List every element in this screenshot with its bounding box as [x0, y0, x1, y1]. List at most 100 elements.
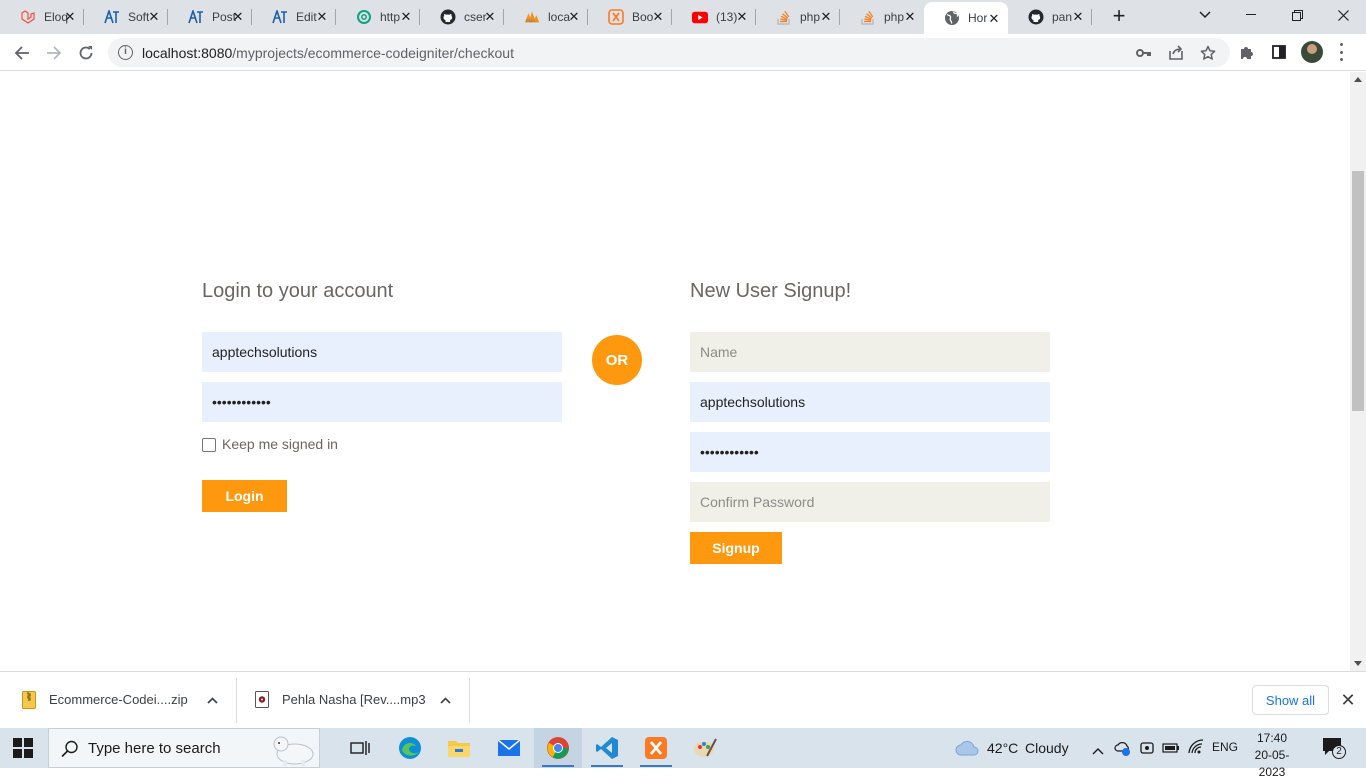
browser-tab[interactable]: cser ✕: [420, 0, 504, 34]
task-view-icon[interactable]: [336, 728, 384, 768]
url-text[interactable]: localhost:8080/myprojects/ecommerce-code…: [142, 45, 514, 61]
weather-condition[interactable]: Cloudy: [1025, 740, 1069, 756]
signup-name-field[interactable]: [690, 332, 1050, 372]
browser-tab[interactable]: Soft ✕: [84, 0, 168, 34]
login-button[interactable]: Login: [202, 480, 287, 512]
browser-tab[interactable]: pan ✕: [1008, 0, 1092, 34]
keep-signed-in-label: Keep me signed in: [222, 436, 338, 452]
or-divider-badge: OR: [592, 335, 642, 385]
clock-date: 20-05-2023: [1254, 748, 1290, 779]
xampp-icon[interactable]: [632, 728, 680, 768]
weather-temperature[interactable]: 42°C: [987, 740, 1018, 756]
tab-close-icon[interactable]: ✕: [1071, 10, 1085, 24]
signup-email-field[interactable]: [690, 382, 1050, 422]
key-icon[interactable]: [1134, 43, 1154, 63]
minimize-button[interactable]: [1228, 0, 1274, 30]
browser-tab[interactable]: Edit ✕: [252, 0, 336, 34]
wifi-icon[interactable]: [1187, 739, 1205, 760]
notification-center-icon[interactable]: 2: [1322, 737, 1346, 759]
tab-close-icon[interactable]: ✕: [147, 10, 161, 24]
browser-tab[interactable]: PMA loca ✕: [504, 0, 588, 34]
paint-icon[interactable]: [681, 728, 729, 768]
tab-close-icon[interactable]: ✕: [651, 10, 665, 24]
chevron-up-icon[interactable]: [435, 690, 455, 710]
scroll-down-arrow-icon[interactable]: [1354, 661, 1362, 666]
tab-close-icon[interactable]: ✕: [735, 10, 749, 24]
tab-close-icon[interactable]: ✕: [399, 10, 413, 24]
chrome-menu-icon[interactable]: [1339, 43, 1343, 61]
tab-close-icon[interactable]: ✕: [819, 10, 833, 24]
browser-tab[interactable]: Hor ✕: [924, 2, 1008, 34]
github-icon: [1028, 9, 1044, 25]
download-filename: Ecommerce-Codei....zip: [49, 692, 188, 707]
github-icon: [440, 9, 456, 25]
zip-file-icon: [22, 691, 36, 714]
browser-tab[interactable]: (13) ✕: [672, 0, 756, 34]
back-button[interactable]: [8, 39, 36, 67]
browser-tab[interactable]: Boo ✕: [588, 0, 672, 34]
meet-now-icon[interactable]: [1140, 740, 1154, 761]
login-password-field[interactable]: [202, 382, 562, 422]
windows-start-icon[interactable]: [13, 738, 33, 758]
tab-close-icon[interactable]: ✕: [483, 10, 497, 24]
browser-tab[interactable]: Eloq ✕: [0, 0, 84, 34]
tab-close-icon[interactable]: ✕: [63, 10, 77, 24]
login-username-field[interactable]: [202, 332, 562, 372]
search-icon: [61, 740, 79, 763]
cloudy-weather-icon: [955, 740, 979, 761]
mail-icon[interactable]: [485, 728, 533, 768]
share-icon[interactable]: [1166, 43, 1186, 63]
browser-tab[interactable]: Post ✕: [168, 0, 252, 34]
vscode-icon[interactable]: [583, 728, 631, 768]
download-item-mp3[interactable]: Pehla Nasha [Rev....mp3: [247, 678, 465, 723]
new-tab-button[interactable]: +: [1108, 5, 1130, 28]
signup-confirm-password-field[interactable]: [690, 482, 1050, 522]
download-shelf: Ecommerce-Codei....zip Pehla Nasha [Rev.…: [0, 671, 1366, 728]
tab-close-icon[interactable]: ✕: [315, 10, 329, 24]
scroll-up-arrow-icon[interactable]: [1354, 77, 1362, 82]
forward-button[interactable]: [40, 39, 68, 67]
login-title: Login to your account: [202, 280, 394, 302]
ats-icon: [104, 9, 120, 25]
tab-close-icon[interactable]: ✕: [567, 10, 581, 24]
tab-close-icon[interactable]: ✕: [987, 12, 1001, 26]
browser-tab[interactable]: http ✕: [336, 0, 420, 34]
side-panel-icon[interactable]: [1269, 42, 1289, 62]
input-language-indicator[interactable]: ENG: [1212, 740, 1238, 754]
edge-browser-icon[interactable]: [386, 728, 434, 768]
battery-icon[interactable]: [1162, 741, 1180, 759]
keep-signed-in-checkbox[interactable]: [202, 438, 216, 452]
taskbar-clock[interactable]: 17:40 20-05-2023: [1244, 730, 1300, 781]
restore-button[interactable]: [1274, 0, 1320, 30]
chrome-taskbar-icon[interactable]: [534, 728, 582, 768]
notification-count-badge: 2: [1332, 745, 1346, 759]
page-scrollbar[interactable]: [1350, 72, 1366, 671]
profile-avatar[interactable]: [1301, 41, 1323, 63]
close-window-button[interactable]: [1320, 0, 1366, 30]
bookmark-star-icon[interactable]: [1198, 43, 1218, 63]
tab-close-icon[interactable]: ✕: [231, 10, 245, 24]
extensions-puzzle-icon[interactable]: [1237, 42, 1257, 62]
download-item-zip[interactable]: Ecommerce-Codei....zip: [14, 678, 232, 723]
file-explorer-icon[interactable]: [435, 728, 483, 768]
onedrive-sync-icon[interactable]: [1114, 740, 1132, 761]
scrollbar-thumb[interactable]: [1352, 171, 1364, 411]
site-info-icon[interactable]: i: [118, 45, 133, 60]
signup-password-field[interactable]: [690, 432, 1050, 472]
close-shelf-icon[interactable]: ✕: [1338, 690, 1358, 710]
show-hidden-icons-chevron-icon[interactable]: [1092, 742, 1104, 760]
reload-button[interactable]: [72, 39, 100, 67]
chevron-up-icon[interactable]: [202, 690, 222, 710]
tab-search-chevron-icon[interactable]: [1182, 0, 1228, 30]
phpmyadmin-icon: PMA: [524, 9, 540, 25]
taskbar-search-box[interactable]: Type here to search: [48, 728, 320, 768]
ats-icon: [188, 9, 204, 25]
browser-tab[interactable]: php ✕: [756, 0, 840, 34]
polar-bear-search-highlight-icon: [267, 730, 319, 766]
address-bar[interactable]: i localhost:8080/myprojects/ecommerce-co…: [108, 38, 1230, 67]
show-all-downloads-button[interactable]: Show all: [1252, 685, 1329, 715]
signup-button[interactable]: Signup: [690, 532, 782, 564]
stackoverflow-icon: [776, 9, 792, 25]
browser-tab[interactable]: php ✕: [840, 0, 924, 34]
tab-close-icon[interactable]: ✕: [903, 10, 917, 24]
